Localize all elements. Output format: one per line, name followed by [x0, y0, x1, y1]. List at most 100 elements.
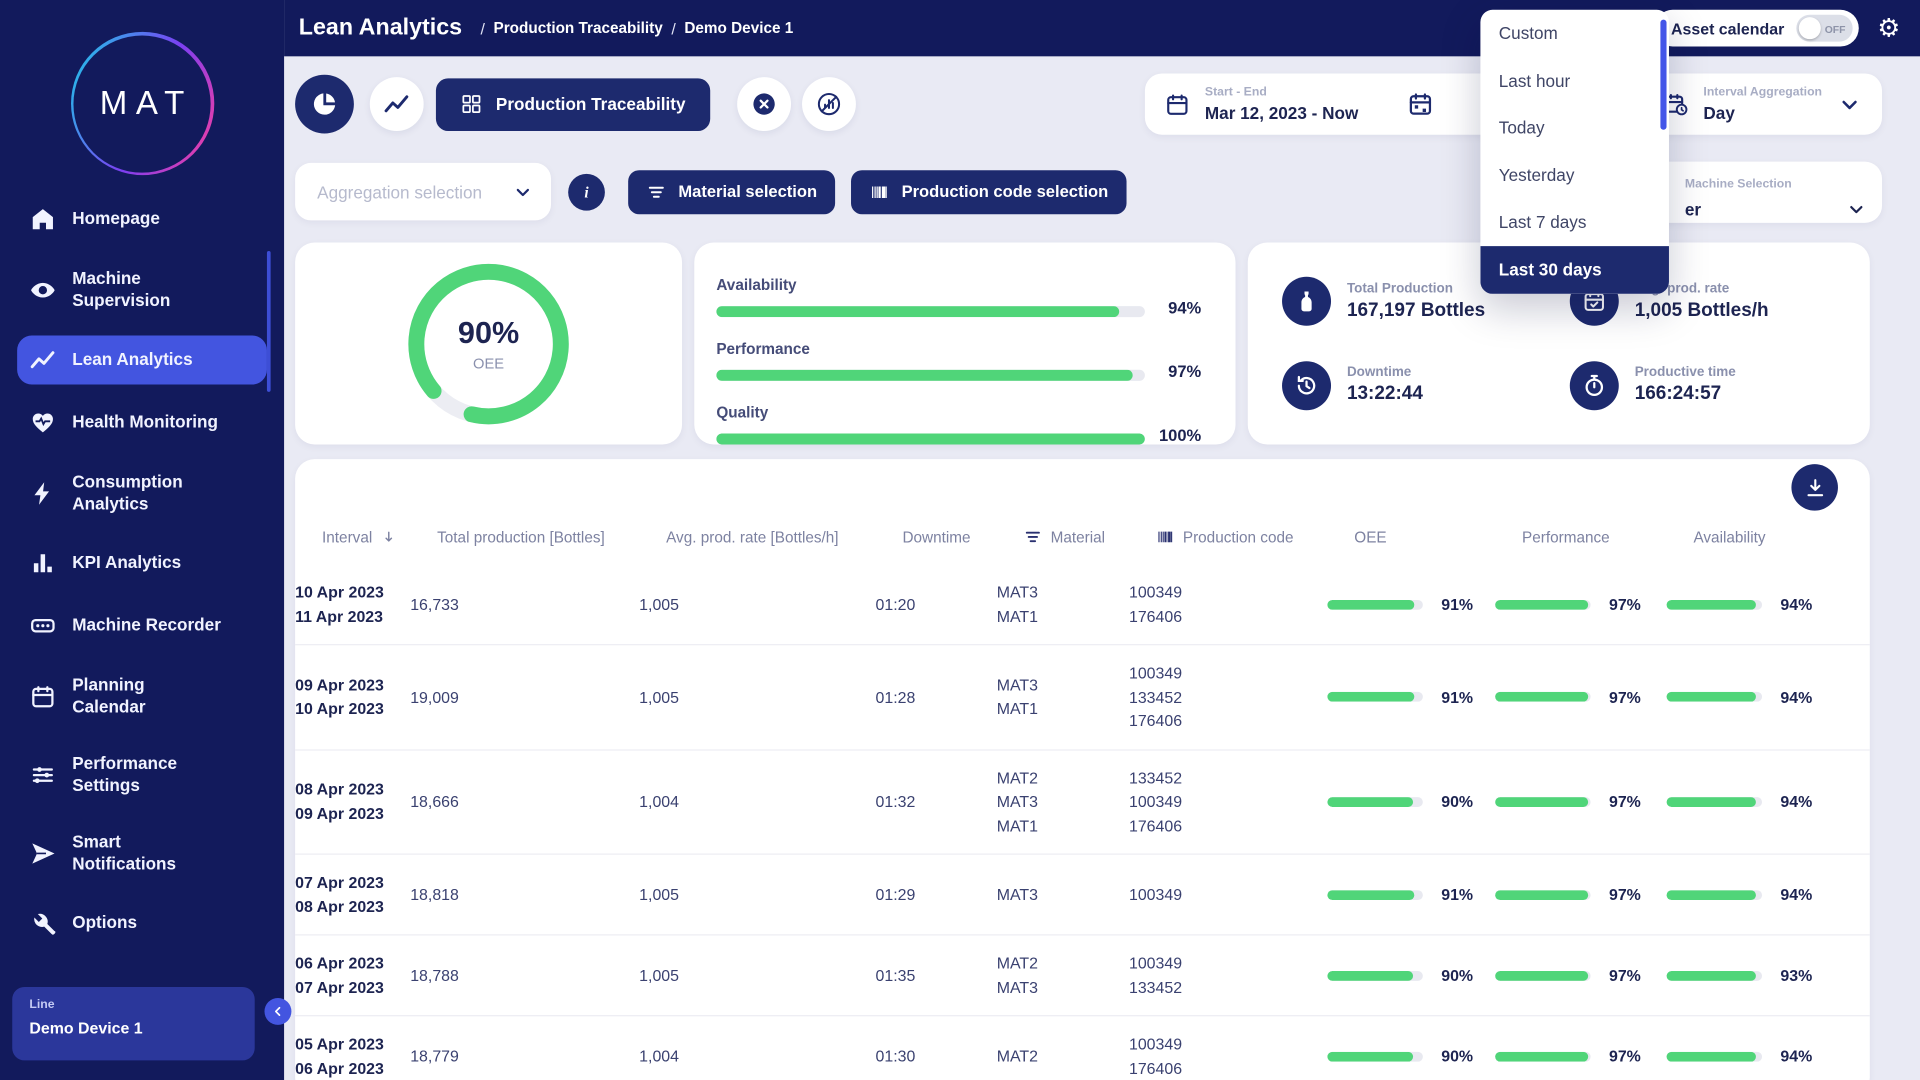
sidebar-item-homepage[interactable]: Homepage — [17, 195, 267, 244]
sidebar-item-consumption-analytics[interactable]: Consumption Analytics — [17, 460, 267, 525]
info-button[interactable]: i — [568, 173, 605, 210]
clock-ccw-icon — [1294, 373, 1318, 397]
column-oee[interactable]: OEE — [1354, 528, 1522, 545]
kpi-bar-fill — [716, 306, 1119, 317]
info-icon: i — [574, 179, 598, 203]
date-range-field[interactable]: Start - End Mar 12, 2023 - Now — [1205, 86, 1358, 123]
code-cell: 100349 — [1129, 883, 1327, 907]
settings-gear-icon[interactable]: ⚙ — [1877, 15, 1900, 41]
clear-selection-button[interactable] — [737, 77, 791, 131]
table-row[interactable]: 09 Apr 202310 Apr 2023 19,009 1,005 01:2… — [295, 645, 1870, 750]
sidebar-item-kpi-analytics[interactable]: KPI Analytics — [17, 539, 267, 588]
code-cell: 133452100349176406 — [1129, 766, 1327, 838]
device-panel[interactable]: Line Demo Device 1 — [12, 987, 254, 1060]
chevron-down-icon[interactable] — [1837, 91, 1863, 117]
chevron-down-icon — [1845, 198, 1867, 220]
kpi-stat-label: Downtime — [1347, 365, 1423, 380]
material-icon — [647, 182, 667, 202]
performance-cell: 97% — [1495, 963, 1666, 987]
line-chart-view-button[interactable] — [370, 77, 424, 131]
dropdown-scrollbar[interactable] — [1660, 20, 1666, 130]
sidebar-item-performance-settings[interactable]: Performance Settings — [17, 742, 267, 807]
dropdown-option[interactable]: Last hour — [1480, 57, 1669, 104]
table-row[interactable]: 10 Apr 202311 Apr 2023 16,733 1,005 01:2… — [295, 563, 1870, 645]
asset-calendar-toggle[interactable]: OFF — [1797, 15, 1853, 42]
pie-chart-icon — [311, 91, 338, 118]
traceability-table-card: Interval Total production [Bottles] Avg.… — [295, 459, 1870, 1080]
breadcrumb-section[interactable]: Production Traceability — [494, 20, 663, 37]
dropdown-option[interactable]: Yesterday — [1480, 152, 1669, 199]
oee-cell: 90% — [1327, 790, 1495, 814]
sidebar-item-machine-recorder[interactable]: Machine Recorder — [17, 601, 267, 650]
availability-cell: 94% — [1667, 592, 1843, 616]
chart-options-button[interactable] — [802, 77, 856, 131]
rate-cell: 1,004 — [639, 1044, 875, 1068]
dropdown-option[interactable]: Custom — [1480, 10, 1669, 57]
material-selection-label: Material selection — [678, 182, 817, 200]
material-cell: MAT3MAT1 — [997, 673, 1129, 721]
production-code-selection-label: Production code selection — [902, 182, 1109, 200]
code-cell: 100349176406 — [1129, 580, 1327, 628]
eye-icon — [29, 276, 56, 303]
dropdown-option[interactable]: Last 30 days — [1480, 246, 1669, 293]
bar-chart-icon — [29, 550, 56, 577]
sidebar-scrollbar[interactable] — [267, 251, 271, 392]
sidebar-item-label: KPI Analytics — [72, 553, 181, 574]
availability-cell: 94% — [1667, 685, 1843, 709]
material-cell: MAT3MAT1 — [997, 580, 1129, 628]
kpi-stat-label: Productive time — [1635, 365, 1736, 380]
production-traceability-button[interactable]: Production Traceability — [436, 78, 710, 131]
column-avg-prod-rate[interactable]: Avg. prod. rate [Bottles/h] — [666, 528, 902, 545]
kpi-stat: Downtime 13:22:44 — [1282, 343, 1570, 427]
column-availability[interactable]: Availability — [1693, 528, 1869, 545]
dropdown-option[interactable]: Last 7 days — [1480, 199, 1669, 246]
sidebar-item-machine-supervision[interactable]: Machine Supervision — [17, 257, 267, 322]
kpi-stat-label: Total Production — [1347, 281, 1485, 296]
pie-chart-view-button[interactable] — [295, 75, 354, 134]
sidebar-item-smart-notifications[interactable]: Smart Notifications — [17, 820, 267, 885]
interval-cell: 10 Apr 202311 Apr 2023 — [295, 580, 410, 628]
sidebar-item-planning-calendar[interactable]: Planning Calendar — [17, 664, 267, 729]
material-cell: MAT2MAT3MAT1 — [997, 766, 1129, 838]
sidebar-item-health-monitoring[interactable]: Health Monitoring — [17, 398, 267, 447]
column-downtime[interactable]: Downtime — [902, 528, 1023, 545]
downtime-cell: 01:35 — [876, 963, 997, 987]
kpi-bar-fill — [716, 370, 1132, 381]
table-row[interactable]: 07 Apr 202308 Apr 2023 18,818 1,005 01:2… — [295, 855, 1870, 936]
oee-gauge-card: 90% OEE — [295, 242, 682, 444]
downtime-cell: 01:28 — [876, 685, 997, 709]
interval-aggregation-value: Day — [1703, 103, 1822, 123]
kpi-bar-fill — [716, 433, 1145, 444]
availability-cell: 93% — [1667, 963, 1843, 987]
total-cell: 19,009 — [410, 685, 639, 709]
column-total-production[interactable]: Total production [Bottles] — [437, 528, 666, 545]
breadcrumb-root[interactable]: Lean Analytics — [299, 15, 462, 42]
sidebar-item-lean-analytics[interactable]: Lean Analytics — [17, 336, 267, 385]
table-row[interactable]: 06 Apr 202307 Apr 2023 18,788 1,005 01:3… — [295, 936, 1870, 1017]
interval-cell: 08 Apr 202309 Apr 2023 — [295, 778, 410, 826]
kpi-bar-value: 100% — [1159, 426, 1201, 444]
aggregation-select[interactable]: Aggregation selection — [295, 163, 551, 221]
total-cell: 18,666 — [410, 790, 639, 814]
production-code-selection-button[interactable]: Production code selection — [851, 170, 1126, 214]
production-traceability-label: Production Traceability — [496, 94, 686, 114]
download-button[interactable] — [1791, 464, 1838, 511]
interval-aggregation-field[interactable]: Interval Aggregation Day — [1703, 86, 1822, 123]
column-performance[interactable]: Performance — [1522, 528, 1693, 545]
dropdown-option[interactable]: Today — [1480, 104, 1669, 151]
wrench-icon — [29, 910, 56, 937]
column-material[interactable]: Material — [1024, 528, 1156, 546]
table-row[interactable]: 05 Apr 202306 Apr 2023 18,779 1,004 01:3… — [295, 1016, 1870, 1080]
column-production-code[interactable]: Production code — [1156, 528, 1354, 546]
sidebar-item-options[interactable]: Options — [17, 899, 267, 948]
table-row[interactable]: 08 Apr 202309 Apr 2023 18,666 1,004 01:3… — [295, 750, 1870, 855]
column-interval[interactable]: Interval — [322, 528, 437, 545]
interval-cell: 07 Apr 202308 Apr 2023 — [295, 871, 410, 919]
quick-range-button[interactable] — [1407, 91, 1434, 118]
material-selection-button[interactable]: Material selection — [628, 170, 835, 214]
sidebar-collapse-button[interactable] — [264, 998, 291, 1025]
material-cell: MAT2MAT3 — [997, 951, 1129, 999]
machine-selection-select[interactable]: Machine Selection er — [1641, 161, 1882, 222]
sidebar-item-label: Performance Settings — [72, 753, 221, 796]
kpi-bar-label: Quality — [716, 404, 768, 421]
